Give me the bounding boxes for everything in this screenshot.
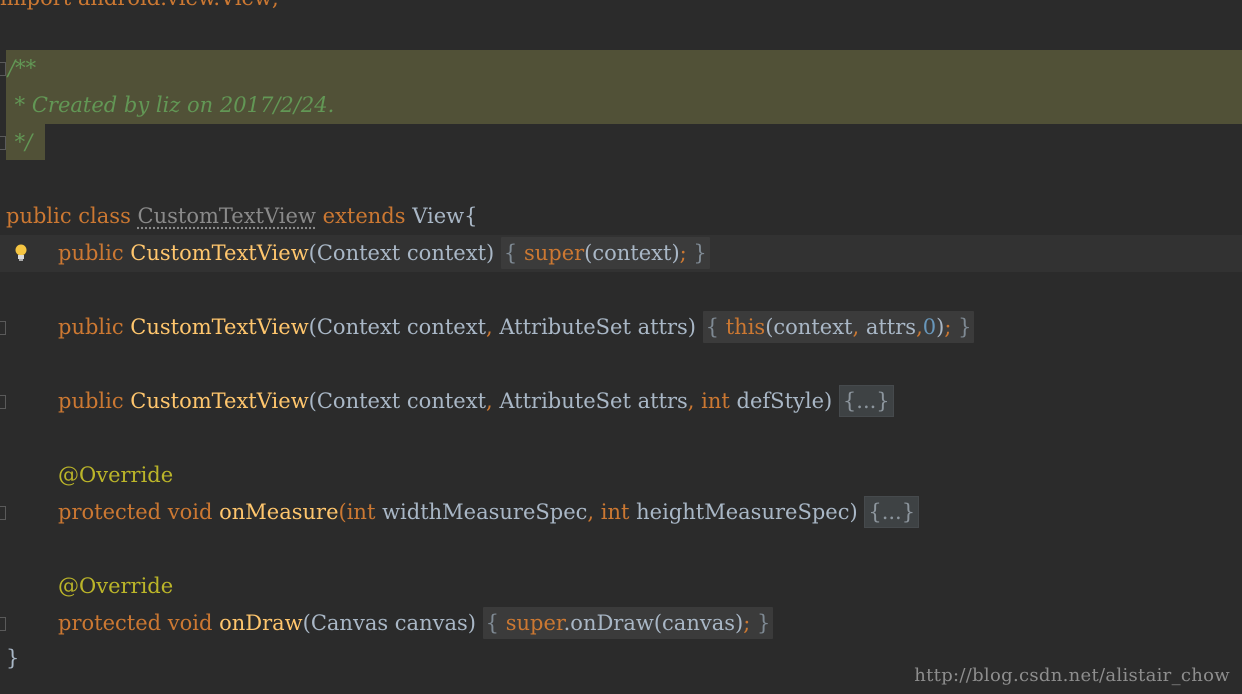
param-list: (Context context) (308, 241, 495, 265)
keyword-this: this (725, 315, 766, 339)
method-name[interactable]: CustomTextView (130, 315, 308, 339)
brace-close: } (958, 315, 972, 339)
on-draw-method: protected void onDraw(Canvas canvas) { s… (58, 605, 774, 642)
folded-body[interactable]: { this(context, attrs,0); } (702, 311, 975, 343)
method-name[interactable]: CustomTextView (130, 389, 308, 413)
constructor-2: public CustomTextView(Context context, A… (58, 309, 975, 346)
param-2: AttributeSet attrs (492, 389, 688, 413)
code-line-annotation-2[interactable]: @Override (0, 568, 1242, 605)
method-name[interactable]: onDraw (219, 611, 303, 635)
keyword-public: public (58, 315, 124, 339)
doc-comment-body: * Created by liz on 2017/2/24. (8, 93, 335, 117)
param-list: (Canvas canvas) (302, 611, 476, 635)
keyword-int: int (701, 389, 730, 413)
keyword-int: int (346, 500, 376, 524)
code-line-class-decl[interactable]: public class CustomTextView extends View… (0, 198, 1242, 235)
code-line-annotation-1[interactable]: @Override (0, 457, 1242, 494)
fold-marker-icon[interactable] (0, 321, 6, 335)
code-line-ctor2[interactable]: public CustomTextView(Context context, A… (0, 309, 1242, 346)
brace-close: } (693, 241, 707, 265)
keyword-super: super (523, 241, 585, 265)
keyword-void: void (167, 500, 213, 524)
keyword-protected: protected (58, 611, 162, 635)
brace-close: } (756, 611, 771, 635)
method-name[interactable]: onMeasure (219, 500, 338, 524)
folded-body[interactable]: { super.onDraw(canvas); } (482, 607, 774, 639)
keyword-void: void (167, 611, 213, 635)
semicolon: ; (743, 611, 751, 635)
keyword-super: super (505, 611, 564, 635)
code-line-ctor3[interactable]: public CustomTextView(Context context, A… (0, 383, 1242, 420)
comma: , (486, 315, 493, 339)
folded-code-block[interactable]: {...} (838, 385, 894, 417)
semicolon: ; (679, 241, 687, 265)
param-2: heightMeasureSpec) (629, 500, 858, 524)
keyword-class: class (78, 204, 131, 228)
code-line-import[interactable]: import android.view.View; (0, 0, 1242, 17)
keyword-public: public (6, 204, 72, 228)
keyword-public: public (58, 241, 124, 265)
watermark-url: http://blog.csdn.net/alistair_chow (914, 665, 1230, 686)
code-line-ondraw[interactable]: protected void onDraw(Canvas canvas) { s… (0, 605, 1242, 642)
folded-body[interactable]: { super(context); } (500, 237, 710, 269)
call-args: (context) (584, 241, 680, 265)
comma: , (687, 389, 695, 413)
call-args: .onDraw(canvas) (563, 611, 744, 635)
fold-marker-icon[interactable] (0, 136, 6, 150)
doc-comment-close: */ (8, 130, 33, 154)
param-1: widthMeasureSpec (375, 500, 588, 524)
override-annotation: @Override (58, 574, 174, 598)
method-name[interactable]: CustomTextView (130, 241, 308, 265)
doc-comment-open: /** (8, 56, 37, 80)
on-measure-method: protected void onMeasure(int widthMeasur… (58, 494, 920, 531)
number-literal: 0 (922, 315, 937, 339)
code-line-onmeasure[interactable]: protected void onMeasure(int widthMeasur… (0, 494, 1242, 531)
semicolon: ; (944, 315, 952, 339)
fold-marker-icon[interactable] (0, 395, 6, 409)
folded-code-block[interactable]: {...} (864, 496, 920, 528)
override-annotation: @Override (58, 463, 174, 487)
class-declaration: public class CustomTextView extends View… (6, 198, 477, 235)
class-close-brace: } (6, 646, 20, 670)
keyword-public: public (58, 389, 124, 413)
fold-marker-icon[interactable] (0, 617, 6, 631)
paren-open: ( (338, 500, 347, 524)
code-editor[interactable]: import android.view.View; /** * Created … (0, 0, 1242, 694)
code-line-ctor1[interactable]: public CustomTextView(Context context) {… (0, 235, 1242, 272)
comma: , (587, 500, 595, 524)
keyword-protected: protected (58, 500, 162, 524)
code-line-doc-close[interactable]: */ (0, 124, 1242, 161)
comma: , (916, 315, 923, 339)
code-line-doc-open[interactable]: /** (0, 50, 1242, 87)
brace-open: { (503, 241, 518, 265)
import-statement: import android.view.View; (0, 0, 279, 17)
call-arg-2: attrs (859, 315, 917, 339)
brace-open: { (705, 315, 720, 339)
code-line-doc-body[interactable]: * Created by liz on 2017/2/24. (0, 87, 1242, 124)
comma: , (486, 389, 493, 413)
super-type[interactable]: View{ (412, 204, 477, 228)
constructor-3: public CustomTextView(Context context, A… (58, 383, 894, 420)
lightbulb-icon[interactable] (14, 244, 28, 262)
param-3: defStyle) (729, 389, 833, 413)
param-1: (Context context (308, 389, 487, 413)
fold-marker-icon[interactable] (0, 506, 6, 520)
brace-open: { (485, 611, 500, 635)
constructor-1: public CustomTextView(Context context) {… (58, 235, 710, 272)
class-name[interactable]: CustomTextView (138, 204, 316, 228)
call-arg-1: (context (765, 315, 853, 339)
keyword-extends: extends (322, 204, 406, 228)
param-2: AttributeSet attrs) (492, 315, 696, 339)
param-1: (Context context (308, 315, 487, 339)
fold-marker-icon[interactable] (0, 62, 6, 76)
keyword-int: int (600, 500, 630, 524)
